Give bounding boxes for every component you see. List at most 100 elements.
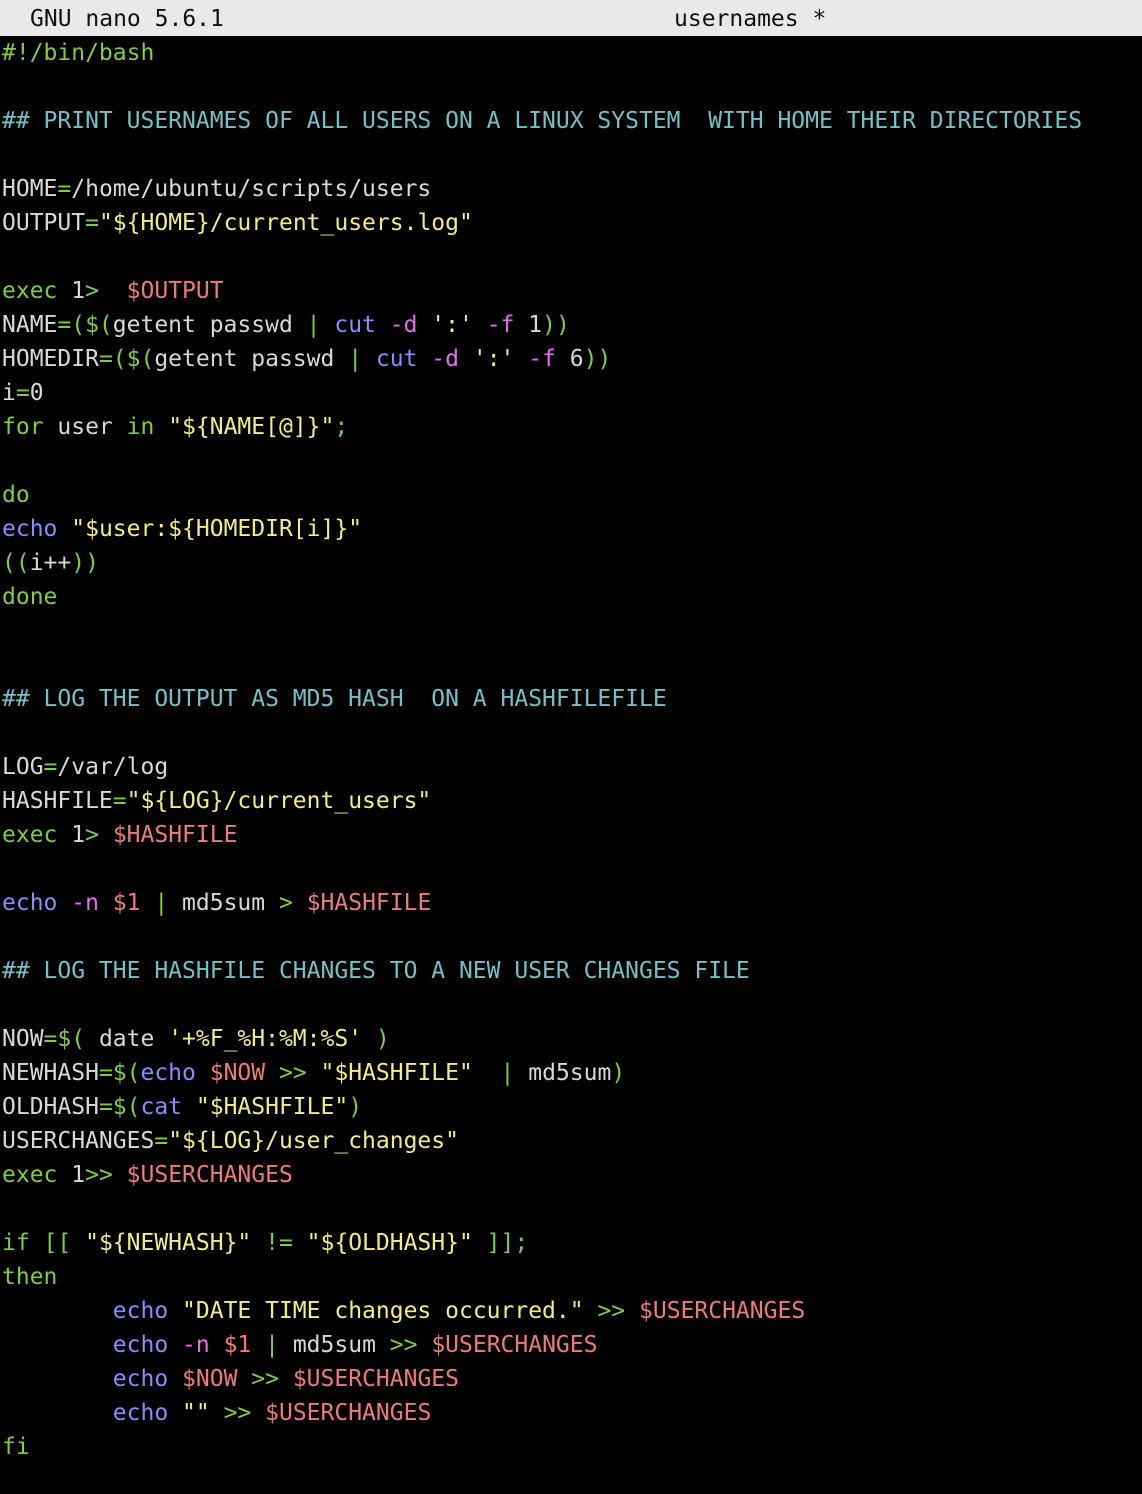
code-line[interactable]: exec 1> $HASHFILE	[2, 818, 1140, 852]
code-token-default	[2, 1400, 113, 1426]
code-line[interactable]: echo "$user:${HOMEDIR[i]}"	[2, 512, 1140, 546]
code-line[interactable]: ((i++))	[2, 546, 1140, 580]
code-line[interactable]	[2, 920, 1140, 954]
code-line[interactable]	[2, 988, 1140, 1022]
code-line[interactable]: exec 1> $OUTPUT	[2, 274, 1140, 308]
code-line[interactable]: HOME=/home/ubuntu/scripts/users	[2, 172, 1140, 206]
code-token-keyword: >>	[597, 1298, 639, 1324]
code-token-option: -d	[389, 312, 432, 338]
code-token-keyword: =	[154, 1128, 169, 1154]
code-token-default: 1	[528, 312, 543, 338]
code-token-default: 1	[71, 278, 86, 304]
code-token-keyword: =($(	[57, 312, 113, 338]
code-line[interactable]	[2, 716, 1140, 750]
code-line[interactable]	[2, 1192, 1140, 1226]
code-line[interactable]: if [[ "${NEWHASH}" != "${OLDHASH}" ]];	[2, 1226, 1140, 1260]
code-line[interactable]: exec 1>> $USERCHANGES	[2, 1158, 1140, 1192]
code-token-default: i	[2, 380, 16, 406]
code-token-default: /home/ubuntu/scripts/users	[71, 176, 432, 202]
code-token-keyword: )	[375, 1026, 390, 1052]
code-token-variable: $USERCHANGES	[126, 1162, 293, 1188]
code-token-default: getent passwd	[112, 312, 307, 338]
code-token-keyword: |	[348, 346, 376, 372]
code-token-variable: $OUTPUT	[126, 278, 224, 304]
code-token-keyword: ))	[542, 312, 570, 338]
code-token-keyword: for	[2, 414, 58, 440]
code-token-string: "${NEWHASH}"	[85, 1230, 266, 1256]
code-token-command: echo	[112, 1400, 183, 1426]
code-line[interactable]: ## LOG THE OUTPUT AS MD5 HASH ON A HASHF…	[2, 682, 1140, 716]
code-line[interactable]	[2, 70, 1140, 104]
code-token-keyword: >>	[223, 1400, 266, 1426]
code-token-keyword: =	[43, 754, 58, 780]
code-token-string: "${NAME[@]}"	[168, 414, 335, 440]
code-token-string: "${LOG}/current_users"	[126, 788, 432, 814]
code-token-keyword: then	[2, 1264, 58, 1290]
code-token-default: 0	[29, 380, 44, 406]
code-token-option: -f	[528, 346, 570, 372]
code-token-default: NAME	[2, 312, 58, 338]
code-token-command: echo	[112, 1332, 183, 1358]
code-token-variable: $1	[112, 890, 155, 916]
code-line[interactable]	[2, 648, 1140, 682]
code-token-string: ':'	[431, 312, 487, 338]
code-token-keyword: >	[85, 278, 127, 304]
code-token-keyword: =	[112, 788, 127, 814]
code-line[interactable]: NOW=$( date '+%F_%H:%M:%S' )	[2, 1022, 1140, 1056]
code-token-default: HOMEDIR	[2, 346, 99, 372]
code-line[interactable]	[2, 614, 1140, 648]
code-line[interactable]: done	[2, 580, 1140, 614]
code-token-default	[2, 1298, 113, 1324]
code-line[interactable]: echo -n $1 | md5sum > $HASHFILE	[2, 886, 1140, 920]
code-line[interactable]: do	[2, 478, 1140, 512]
code-line[interactable]: ## LOG THE HASHFILE CHANGES TO A NEW USE…	[2, 954, 1140, 988]
code-token-keyword: )	[611, 1060, 626, 1086]
code-token-keyword: !=	[265, 1230, 307, 1256]
code-token-keyword: exec	[2, 1162, 72, 1188]
code-token-default: 1	[71, 822, 86, 848]
code-line[interactable]: NAME=($(getent passwd | cut -d ':' -f 1)…	[2, 308, 1140, 342]
code-line[interactable]: then	[2, 1260, 1140, 1294]
code-token-option: -f	[486, 312, 529, 338]
code-line[interactable]	[2, 138, 1140, 172]
code-line[interactable]: HOMEDIR=($(getent passwd | cut -d ':' -f…	[2, 342, 1140, 376]
code-line[interactable]: echo -n $1 | md5sum >> $USERCHANGES	[2, 1328, 1140, 1362]
code-token-keyword: #!/bin/bash	[2, 40, 155, 66]
code-line[interactable]: fi	[2, 1430, 1140, 1464]
code-line[interactable]: USERCHANGES="${LOG}/user_changes"	[2, 1124, 1140, 1158]
code-token-default: 1	[71, 1162, 86, 1188]
code-line[interactable]: LOG=/var/log	[2, 750, 1140, 784]
code-token-command: echo	[2, 890, 72, 916]
code-token-string: ':'	[472, 346, 529, 372]
code-line[interactable]: echo "DATE TIME changes occurred." >> $U…	[2, 1294, 1140, 1328]
code-line[interactable]	[2, 240, 1140, 274]
code-token-string: "DATE TIME changes occurred."	[182, 1298, 598, 1324]
code-token-keyword: |	[154, 890, 183, 916]
editor-buffer[interactable]: #!/bin/bash ## PRINT USERNAMES OF ALL USE…	[2, 36, 1140, 1486]
code-token-keyword: =	[57, 176, 72, 202]
code-token-keyword: do	[2, 482, 30, 508]
code-line[interactable]: HASHFILE="${LOG}/current_users"	[2, 784, 1140, 818]
code-line[interactable]: OUTPUT="${HOME}/current_users.log"	[2, 206, 1140, 240]
code-line[interactable]: echo "" >> $USERCHANGES	[2, 1396, 1140, 1430]
code-token-command: echo	[140, 1060, 210, 1086]
code-token-command: cut	[334, 312, 390, 338]
code-token-variable: $HASHFILE	[112, 822, 238, 848]
code-line[interactable]: #!/bin/bash	[2, 36, 1140, 70]
code-token-command: cat	[140, 1094, 196, 1120]
code-token-keyword: |	[500, 1060, 529, 1086]
code-line[interactable]: NEWHASH=$(echo $NOW >> "$HASHFILE" | md5…	[2, 1056, 1140, 1090]
code-line[interactable]: i=0	[2, 376, 1140, 410]
code-token-default: OUTPUT	[2, 210, 86, 236]
code-line[interactable]: for user in "${NAME[@]}";	[2, 410, 1140, 444]
code-token-keyword: if [[	[2, 1230, 86, 1256]
code-line[interactable]	[2, 444, 1140, 478]
code-line[interactable]: ## PRINT USERNAMES OF ALL USERS ON A LIN…	[2, 104, 1140, 138]
code-line[interactable]: OLDHASH=$(cat "$HASHFILE")	[2, 1090, 1140, 1124]
code-line[interactable]: echo $NOW >> $USERCHANGES	[2, 1362, 1140, 1396]
code-token-string: "${HOME}/current_users.log"	[98, 210, 473, 236]
code-line[interactable]	[2, 852, 1140, 886]
code-token-variable: $USERCHANGES	[265, 1400, 432, 1426]
code-token-command: cut	[375, 346, 432, 372]
code-token-command: echo	[2, 516, 72, 542]
